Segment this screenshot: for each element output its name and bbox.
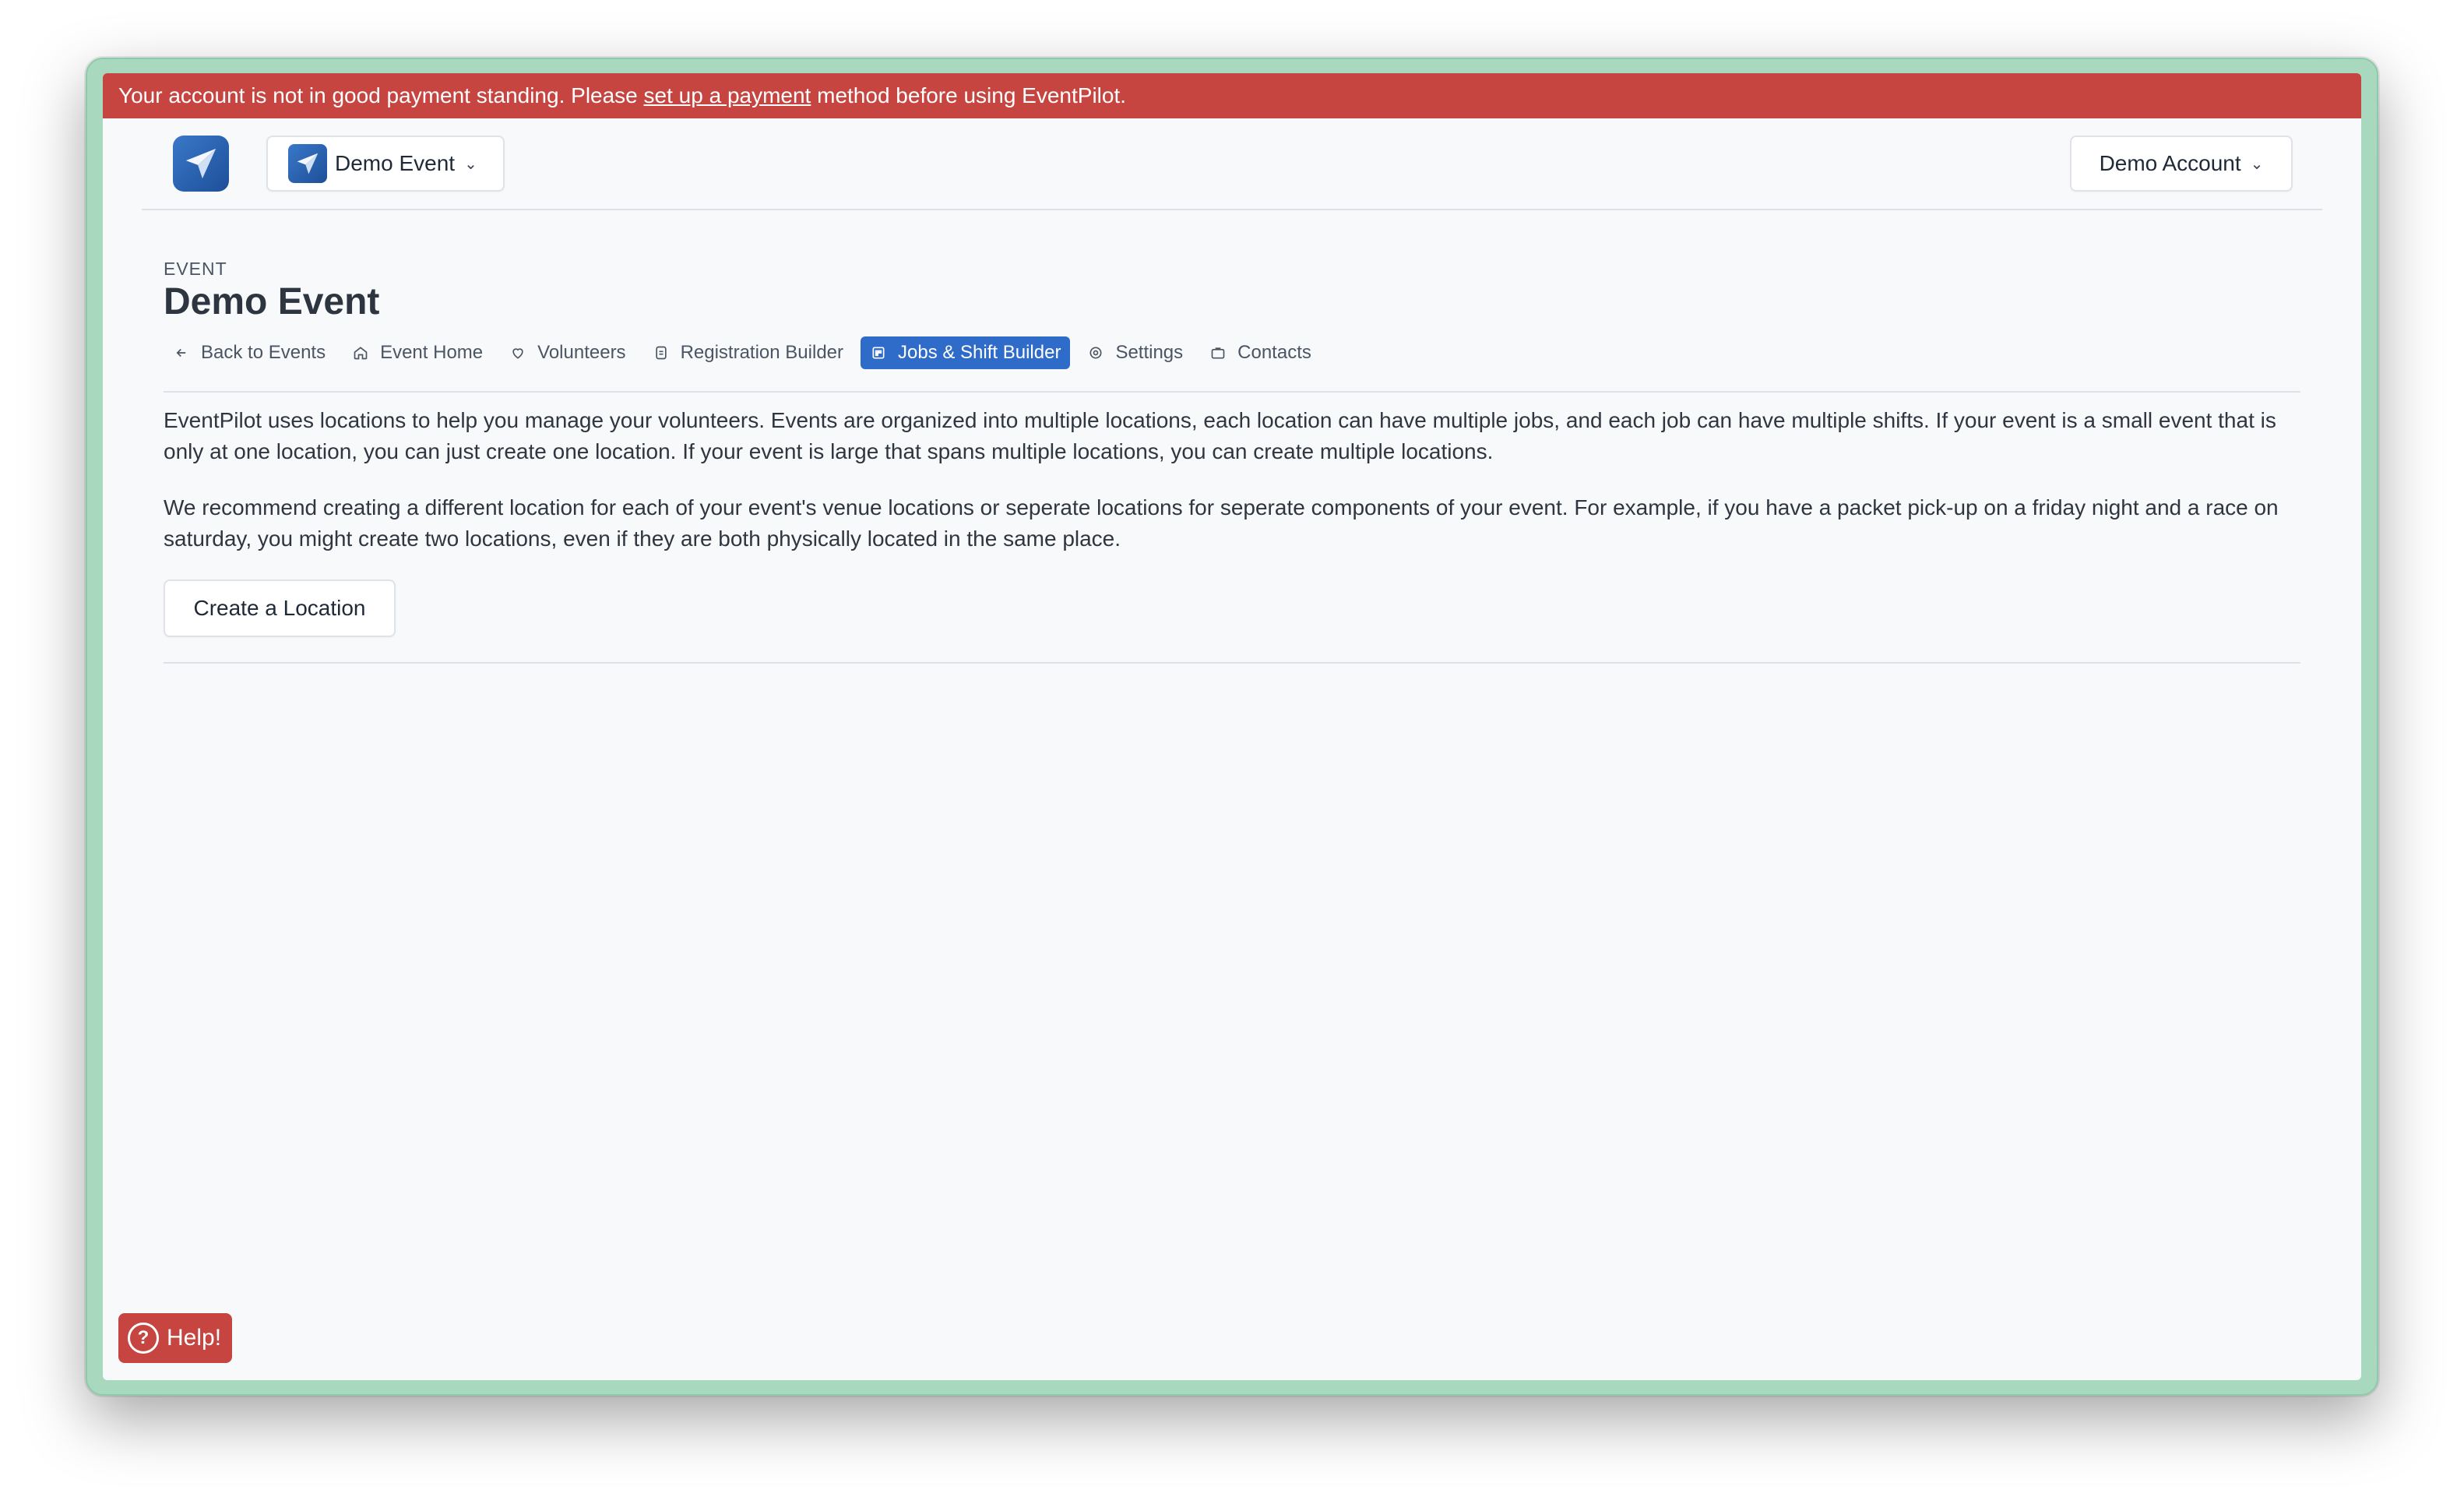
create-location-button[interactable]: Create a Location — [164, 579, 396, 637]
tab-registration-builder[interactable]: Registration Builder — [643, 336, 853, 369]
chevron-down-icon: ⌄ — [2250, 155, 2264, 173]
tab-event-home[interactable]: Event Home — [343, 336, 492, 369]
tab-jobs-shift-builder[interactable]: Jobs & Shift Builder — [861, 336, 1071, 369]
tabs-divider — [164, 391, 2300, 393]
help-button[interactable]: ? Help! — [118, 1313, 232, 1363]
tab-settings[interactable]: Settings — [1078, 336, 1192, 369]
event-logo — [288, 144, 327, 183]
help-label: Help! — [167, 1325, 222, 1351]
paper-plane-icon — [297, 153, 319, 174]
window-frame: Your account is not in good payment stan… — [86, 58, 2378, 1396]
tab-label: Settings — [1115, 342, 1184, 363]
calendar-grid-icon — [870, 344, 887, 361]
heart-icon — [509, 344, 526, 361]
tab-volunteers[interactable]: Volunteers — [500, 336, 635, 369]
arrow-left-icon — [173, 344, 190, 361]
tab-label: Jobs & Shift Builder — [898, 342, 1061, 363]
event-switcher-dropdown[interactable]: Demo Event ⌄ — [266, 136, 505, 192]
recommendation-paragraph: We recommend creating a different locati… — [164, 495, 2279, 551]
gear-icon — [1087, 344, 1104, 361]
tab-label: Back to Events — [201, 342, 326, 363]
payment-warning-banner: Your account is not in good payment stan… — [103, 73, 2361, 118]
tab-back-to-events[interactable]: Back to Events — [164, 336, 335, 369]
home-icon — [352, 344, 369, 361]
content-divider — [164, 662, 2300, 664]
tab-label: Event Home — [380, 342, 484, 363]
account-switcher-label: Demo Account — [2099, 151, 2241, 175]
tab-label: Registration Builder — [680, 342, 843, 363]
chevron-down-icon: ⌄ — [464, 155, 477, 173]
app-logo[interactable] — [173, 136, 229, 192]
form-icon — [653, 344, 670, 361]
event-switcher-label: Demo Event — [335, 151, 456, 175]
account-switcher-dropdown[interactable]: Demo Account ⌄ — [2070, 136, 2293, 192]
page-eyebrow: EVENT — [164, 259, 227, 279]
intro-paragraph: EventPilot uses locations to help you ma… — [164, 408, 2276, 463]
briefcase-icon — [1209, 344, 1227, 361]
event-tabs: Back to Events Event Home Volunteers Reg… — [164, 336, 1329, 369]
app-window: Your account is not in good payment stan… — [103, 73, 2361, 1380]
tab-label: Volunteers — [537, 342, 626, 363]
page-title: Demo Event — [164, 281, 380, 322]
question-circle-icon: ? — [128, 1323, 159, 1354]
banner-text-before: Your account is not in good payment stan… — [118, 83, 644, 107]
tab-contacts[interactable]: Contacts — [1200, 336, 1321, 369]
tab-label: Contacts — [1237, 342, 1311, 363]
setup-payment-link[interactable]: set up a payment — [644, 83, 811, 107]
paper-plane-icon — [185, 148, 216, 179]
banner-text-after: method before using EventPilot. — [811, 83, 1127, 107]
